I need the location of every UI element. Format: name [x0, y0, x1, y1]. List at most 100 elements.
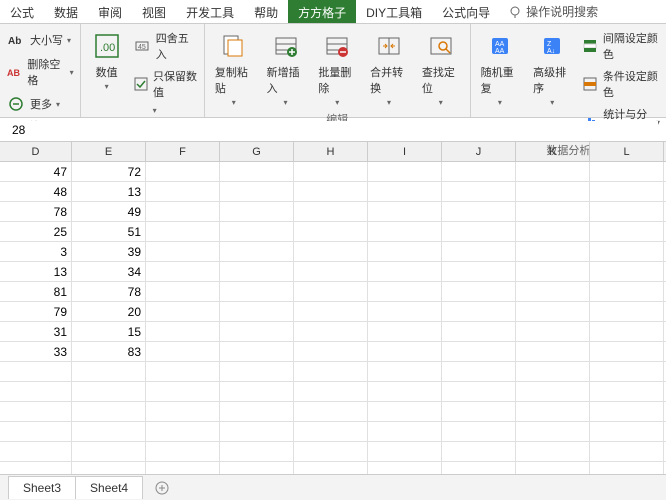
cell[interactable] — [146, 342, 220, 361]
cell[interactable] — [220, 302, 294, 321]
cell[interactable]: 34 — [72, 262, 146, 281]
cell[interactable]: 20 — [72, 302, 146, 321]
cell[interactable] — [590, 242, 664, 261]
case-button[interactable]: Ab 大小写▾ — [6, 28, 74, 52]
cell[interactable] — [590, 162, 664, 181]
cell[interactable] — [220, 242, 294, 261]
cell[interactable] — [220, 222, 294, 241]
cell[interactable] — [294, 302, 368, 321]
cell[interactable] — [368, 162, 442, 181]
sort-button[interactable]: ZA↓ 高级排序▾ — [529, 28, 575, 109]
cell[interactable] — [146, 162, 220, 181]
cell[interactable] — [72, 362, 146, 381]
cell[interactable] — [294, 202, 368, 221]
copy-button[interactable]: 复制粘贴▾ — [211, 28, 257, 109]
col-header-F[interactable]: F — [146, 142, 220, 161]
cell[interactable] — [220, 362, 294, 381]
cell[interactable] — [146, 442, 220, 461]
sheet-tab-Sheet4[interactable]: Sheet4 — [75, 476, 143, 499]
cell[interactable] — [368, 382, 442, 401]
cell[interactable] — [294, 382, 368, 401]
cell[interactable] — [72, 402, 146, 421]
numval-button[interactable]: .00 数值 ▾ — [87, 28, 127, 93]
tab-帮助[interactable]: 帮助 — [244, 0, 288, 23]
cell[interactable] — [368, 202, 442, 221]
cell[interactable] — [0, 422, 72, 441]
cell[interactable] — [442, 302, 516, 321]
cell[interactable] — [590, 442, 664, 461]
cell[interactable] — [146, 262, 220, 281]
cell[interactable] — [590, 302, 664, 321]
cell[interactable] — [146, 222, 220, 241]
cell[interactable] — [442, 262, 516, 281]
cell[interactable] — [516, 162, 590, 181]
tab-方方格子[interactable]: 方方格子 — [288, 0, 356, 23]
cell[interactable] — [368, 362, 442, 381]
cell[interactable] — [220, 262, 294, 281]
cell[interactable] — [590, 262, 664, 281]
cell[interactable] — [442, 162, 516, 181]
tab-审阅[interactable]: 审阅 — [88, 0, 132, 23]
cell[interactable] — [516, 442, 590, 461]
insert-button[interactable]: 新增插入▾ — [263, 28, 309, 109]
cell[interactable] — [294, 342, 368, 361]
cell[interactable] — [220, 402, 294, 421]
cell[interactable] — [442, 222, 516, 241]
cell[interactable] — [368, 442, 442, 461]
cell[interactable]: 39 — [72, 242, 146, 261]
cell[interactable] — [368, 262, 442, 281]
cell[interactable] — [72, 442, 146, 461]
delspace-button[interactable]: AB 删除空格▾ — [6, 54, 74, 90]
tab-DIY工具箱[interactable]: DIY工具箱 — [356, 0, 432, 23]
cell[interactable] — [220, 282, 294, 301]
cell[interactable] — [516, 302, 590, 321]
tab-开发工具[interactable]: 开发工具 — [176, 0, 244, 23]
tab-公式向导[interactable]: 公式向导 — [432, 0, 500, 23]
col-header-J[interactable]: J — [442, 142, 516, 161]
cell[interactable] — [294, 402, 368, 421]
cell[interactable] — [146, 322, 220, 341]
cell[interactable] — [516, 422, 590, 441]
cell[interactable]: 47 — [0, 162, 72, 181]
cell[interactable] — [590, 282, 664, 301]
cell[interactable] — [368, 222, 442, 241]
cell[interactable] — [368, 242, 442, 261]
col-header-G[interactable]: G — [220, 142, 294, 161]
cell[interactable] — [294, 182, 368, 201]
cell[interactable] — [590, 222, 664, 241]
cell[interactable] — [294, 322, 368, 341]
cell[interactable] — [516, 262, 590, 281]
cell[interactable] — [590, 422, 664, 441]
cell[interactable] — [516, 242, 590, 261]
tab-公式[interactable]: 公式 — [0, 0, 44, 23]
keep-button[interactable]: 只保留数值 — [133, 66, 198, 102]
add-sheet-button[interactable] — [150, 476, 174, 500]
cell[interactable] — [368, 322, 442, 341]
cell[interactable] — [516, 182, 590, 201]
cell[interactable] — [220, 322, 294, 341]
col-header-K[interactable]: K — [516, 142, 590, 161]
cell[interactable] — [368, 182, 442, 201]
cell[interactable] — [368, 422, 442, 441]
cell[interactable] — [516, 202, 590, 221]
cell[interactable] — [442, 322, 516, 341]
cell[interactable]: 48 — [0, 182, 72, 201]
cell[interactable] — [0, 382, 72, 401]
cell[interactable] — [294, 242, 368, 261]
cell[interactable] — [220, 162, 294, 181]
tab-视图[interactable]: 视图 — [132, 0, 176, 23]
cell[interactable] — [0, 402, 72, 421]
cell[interactable] — [368, 282, 442, 301]
cell[interactable] — [220, 202, 294, 221]
cell[interactable] — [294, 362, 368, 381]
tell-me-search[interactable]: 操作说明搜索 — [500, 0, 606, 23]
cell[interactable] — [294, 422, 368, 441]
cell[interactable] — [146, 302, 220, 321]
cell[interactable] — [590, 342, 664, 361]
formula-input[interactable] — [8, 121, 658, 139]
cell[interactable] — [0, 362, 72, 381]
cell[interactable] — [146, 402, 220, 421]
cell[interactable] — [590, 322, 664, 341]
col-header-E[interactable]: E — [72, 142, 146, 161]
find-button[interactable]: 查找定位▾ — [418, 28, 464, 109]
